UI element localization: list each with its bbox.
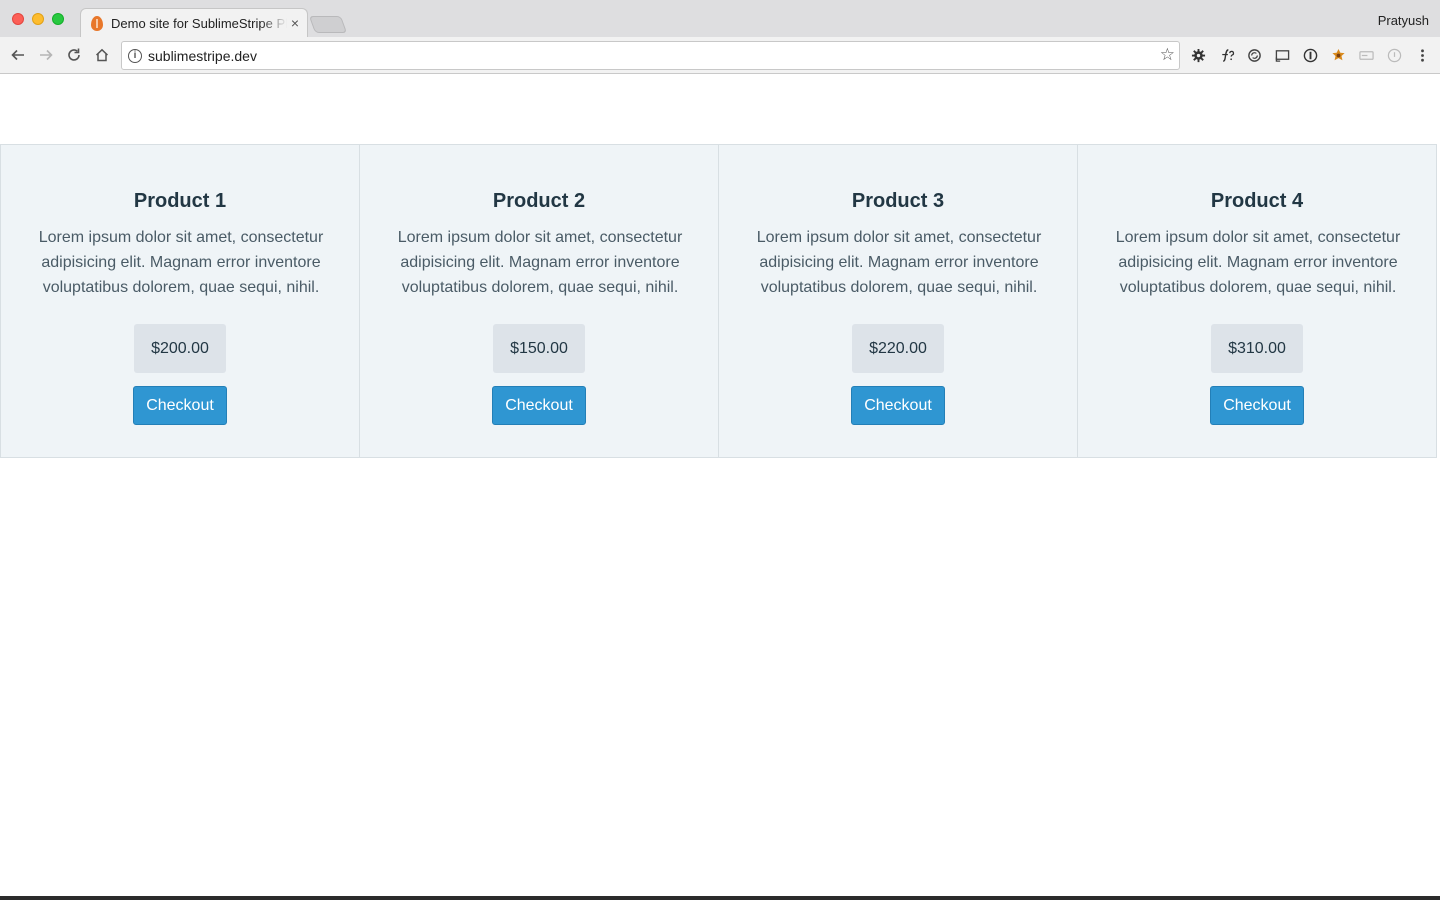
product-description: Lorem ipsum dolor sit amet, consectetur … — [38, 229, 324, 296]
product-card: Product 1 Lorem ipsum dolor sit amet, co… — [0, 144, 360, 458]
star-icon[interactable]: ☆ — [1160, 46, 1175, 64]
product-title: Product 4 — [1210, 190, 1304, 212]
product-grid: Product 1 Lorem ipsum dolor sit amet, co… — [0, 144, 1440, 458]
product-price: $220.00 — [852, 324, 944, 373]
product-card: Product 2 Lorem ipsum dolor sit amet, co… — [359, 144, 719, 458]
checkout-button[interactable]: Checkout — [851, 386, 945, 425]
new-tab-button[interactable] — [308, 16, 348, 33]
product-title: Product 2 — [492, 190, 586, 212]
product-price: $310.00 — [1211, 324, 1303, 373]
browser-toolbar: i sublimestripe.dev ☆ — [0, 37, 1440, 74]
checkout-button[interactable]: Checkout — [492, 386, 586, 425]
product-title: Product 1 — [133, 190, 227, 212]
product-price: $200.00 — [134, 324, 226, 373]
sync-icon[interactable] — [1245, 46, 1263, 64]
close-window-button[interactable] — [12, 13, 24, 25]
checkout-button[interactable]: Checkout — [1210, 386, 1304, 425]
profile-name[interactable]: Pratyush — [1378, 13, 1429, 28]
site-favicon-icon — [91, 16, 103, 31]
browser-tab-active[interactable]: Demo site for SublimeStripe Plugin × — [80, 8, 308, 38]
badge-icon[interactable] — [1329, 46, 1347, 64]
address-bar-url[interactable]: sublimestripe.dev — [148, 48, 257, 64]
home-icon[interactable] — [90, 43, 114, 67]
site-info-icon[interactable]: i — [128, 49, 142, 63]
checkout-button[interactable]: Checkout — [133, 386, 227, 425]
cast-icon[interactable] — [1273, 46, 1291, 64]
card-icon[interactable] — [1357, 46, 1375, 64]
circle-icon[interactable] — [1385, 46, 1403, 64]
window-bottom-edge — [0, 896, 1440, 900]
product-card: Product 3 Lorem ipsum dolor sit amet, co… — [718, 144, 1078, 458]
product-price: $150.00 — [493, 324, 585, 373]
tab-title: Demo site for SublimeStripe Plugin — [111, 16, 287, 31]
browser-titlebar: Demo site for SublimeStripe Plugin × Pra… — [0, 0, 1440, 38]
maximize-window-button[interactable] — [52, 13, 64, 25]
product-description: Lorem ipsum dolor sit amet, consectetur … — [756, 229, 1042, 296]
tab-close-icon[interactable]: × — [291, 15, 299, 31]
more-menu-icon[interactable] — [1413, 46, 1431, 64]
back-arrow-icon[interactable] — [6, 43, 30, 67]
function-icon[interactable] — [1217, 46, 1235, 64]
product-title: Product 3 — [851, 190, 945, 212]
product-card: Product 4 Lorem ipsum dolor sit amet, co… — [1077, 144, 1437, 458]
product-description: Lorem ipsum dolor sit amet, consectetur … — [1115, 229, 1401, 296]
reload-icon[interactable] — [62, 43, 86, 67]
minimize-window-button[interactable] — [32, 13, 44, 25]
forward-arrow-icon[interactable] — [34, 43, 58, 67]
gear-icon[interactable] — [1189, 46, 1207, 64]
product-description: Lorem ipsum dolor sit amet, consectetur … — [397, 229, 683, 296]
address-bar[interactable]: i sublimestripe.dev ☆ — [121, 41, 1180, 70]
password-icon[interactable] — [1301, 46, 1319, 64]
